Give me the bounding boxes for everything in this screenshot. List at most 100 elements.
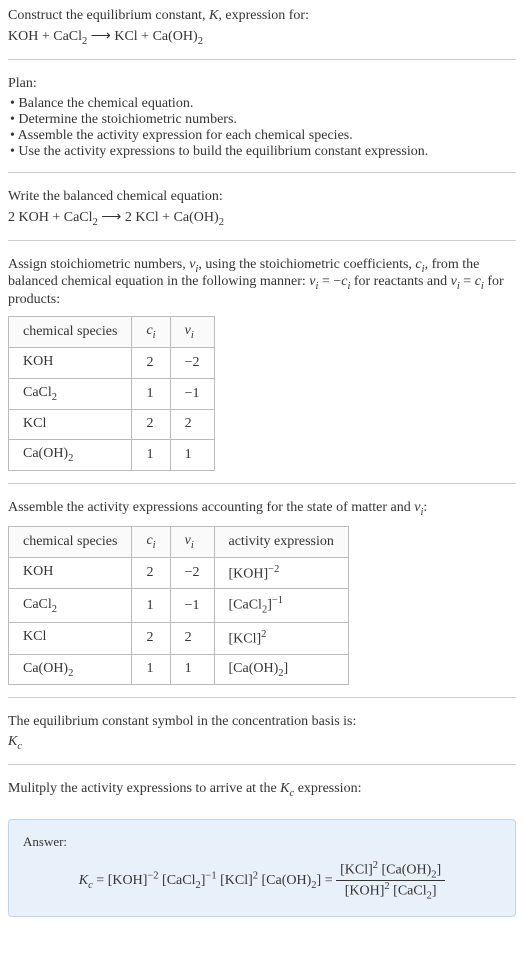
stoich-b: , using the stoichiometric coefficients, (198, 257, 415, 272)
th-ci-i: i (153, 540, 156, 551)
sp-a: KCl (23, 629, 46, 644)
intro-text: Construct the equilibrium constant, K, e… (8, 8, 516, 24)
cell-nu: 1 (170, 654, 214, 685)
kc-sub: c (17, 741, 22, 752)
cell-species: KCl (9, 409, 132, 440)
act-a: [Ca(OH) (229, 661, 279, 676)
plan-item: • Determine the stoichiometric numbers. (10, 112, 516, 128)
ans-kc-k: K (79, 873, 88, 888)
th-nui: νi (170, 526, 214, 557)
table-row: CaCl2 1 −1 (9, 378, 215, 409)
th-activity: activity expression (214, 526, 348, 557)
table-row: Ca(OH)2 1 1 (9, 440, 215, 471)
th-nui-i: i (191, 540, 194, 551)
multiply-text: Mulitply the activity expressions to arr… (8, 781, 516, 799)
th-species: chemical species (9, 526, 132, 557)
mult-a: Mulitply the activity expressions to arr… (8, 781, 280, 796)
cell-activity: [Ca(OH)2] (214, 654, 348, 685)
stoich-d: for reactants and (350, 274, 450, 289)
sp-sub: 2 (68, 453, 73, 464)
cell-c: 2 (132, 409, 170, 440)
cell-activity: [CaCl2]−1 (214, 589, 348, 622)
symbol-kc: Kc (8, 734, 516, 752)
eq-arrow: ⟶ (87, 29, 114, 44)
intro-equation: KOH + CaCl2 ⟶ KCl + Ca(OH)2 (8, 28, 516, 47)
plan-section: Plan: • Balance the chemical equation. •… (8, 76, 516, 173)
ans-eq2: = (321, 873, 336, 888)
balanced-title: Write the balanced chemical equation: (8, 189, 516, 205)
th-ci: ci (132, 526, 170, 557)
cell-c: 1 (132, 654, 170, 685)
ans-p2a: [CaCl (162, 873, 195, 888)
table-row: KOH 2 −2 [KOH]−2 (9, 557, 349, 589)
ans-fraction: [KCl]2 [Ca(OH)2][KOH]2 [CaCl2] (336, 860, 445, 902)
cell-c: 1 (132, 378, 170, 409)
activity-text: Assemble the activity expressions accoun… (8, 500, 516, 518)
den-b: [CaCl (390, 884, 427, 899)
num-a: [KCl] (340, 863, 373, 878)
num-c: ] (437, 863, 442, 878)
table-header-row: chemical species ci νi activity expressi… (9, 526, 349, 557)
sp-a: CaCl (23, 597, 52, 612)
table-row: CaCl2 1 −1 [CaCl2]−1 (9, 589, 349, 622)
act-b: ] (284, 661, 289, 676)
act-sup: 2 (261, 629, 266, 640)
cell-c: 2 (132, 557, 170, 589)
num-b: [Ca(OH) (378, 863, 431, 878)
act-sup: −2 (268, 564, 279, 575)
cell-nu: 1 (170, 440, 214, 471)
bal-b: 2 KCl + Ca(OH) (125, 210, 219, 225)
stoich-table: chemical species ci νi KOH 2 −2 CaCl2 1 … (8, 316, 215, 471)
ans-p1a: [KOH] (108, 873, 148, 888)
cell-nu: −2 (170, 347, 214, 378)
th-nui-i: i (191, 330, 194, 341)
table-row: KCl 2 2 (9, 409, 215, 440)
th-nui: νi (170, 317, 214, 348)
eq-lhs: KOH + CaCl (8, 29, 82, 44)
plan-item: • Assemble the activity expression for e… (10, 128, 516, 144)
answer-box: Answer: Kc = [KOH]−2 [CaCl2]−1 [KCl]2 [C… (8, 819, 516, 917)
ans-den: [KOH]2 [CaCl2] (336, 881, 445, 901)
act-a: [CaCl (229, 598, 262, 613)
table-row: KCl 2 2 [KCl]2 (9, 622, 349, 654)
kc-k: K (8, 734, 17, 749)
cell-species: KOH (9, 347, 132, 378)
ans-p1sup: −2 (147, 870, 158, 881)
multiply-section: Mulitply the activity expressions to arr… (8, 781, 516, 803)
plan-title: Plan: (8, 76, 516, 92)
cell-c: 2 (132, 347, 170, 378)
ans-num: [KCl]2 [Ca(OH)2] (336, 860, 445, 881)
act-a: [KCl] (229, 632, 262, 647)
sp-a: Ca(OH) (23, 446, 68, 461)
cell-activity: [KCl]2 (214, 622, 348, 654)
ans-p4a: [Ca(OH) (262, 873, 312, 888)
stoich-a: Assign stoichiometric numbers, (8, 257, 189, 272)
act-a: [KOH] (229, 566, 269, 581)
cell-c: 1 (132, 440, 170, 471)
plan-list: • Balance the chemical equation. • Deter… (8, 96, 516, 160)
eq-rhs: KCl + Ca(OH) (114, 29, 197, 44)
eq-sub2: 2 (198, 36, 203, 47)
table-row: KOH 2 −2 (9, 347, 215, 378)
th-ci-i: i (153, 330, 156, 341)
activity-table: chemical species ci νi activity expressi… (8, 526, 349, 685)
sp-sub: 2 (68, 667, 73, 678)
mult-k: K (280, 781, 289, 796)
cell-species: KCl (9, 622, 132, 654)
ans-p3a: [KCl] (220, 873, 253, 888)
bal-arrow: ⟶ (98, 210, 125, 225)
ans-p2sup: −1 (205, 870, 216, 881)
act-a: Assemble the activity expressions accoun… (8, 500, 414, 515)
den-c: ] (432, 884, 437, 899)
cell-activity: [KOH]−2 (214, 557, 348, 589)
den-a: [KOH] (345, 884, 385, 899)
cell-species: CaCl2 (9, 589, 132, 622)
table-header-row: chemical species ci νi (9, 317, 215, 348)
th-ci: ci (132, 317, 170, 348)
cell-nu: 2 (170, 622, 214, 654)
stoich-section: Assign stoichiometric numbers, νi , using… (8, 257, 516, 485)
cell-species: CaCl2 (9, 378, 132, 409)
bal-sub2: 2 (219, 217, 224, 228)
cell-nu: −1 (170, 378, 214, 409)
ans-eq: = (93, 873, 108, 888)
